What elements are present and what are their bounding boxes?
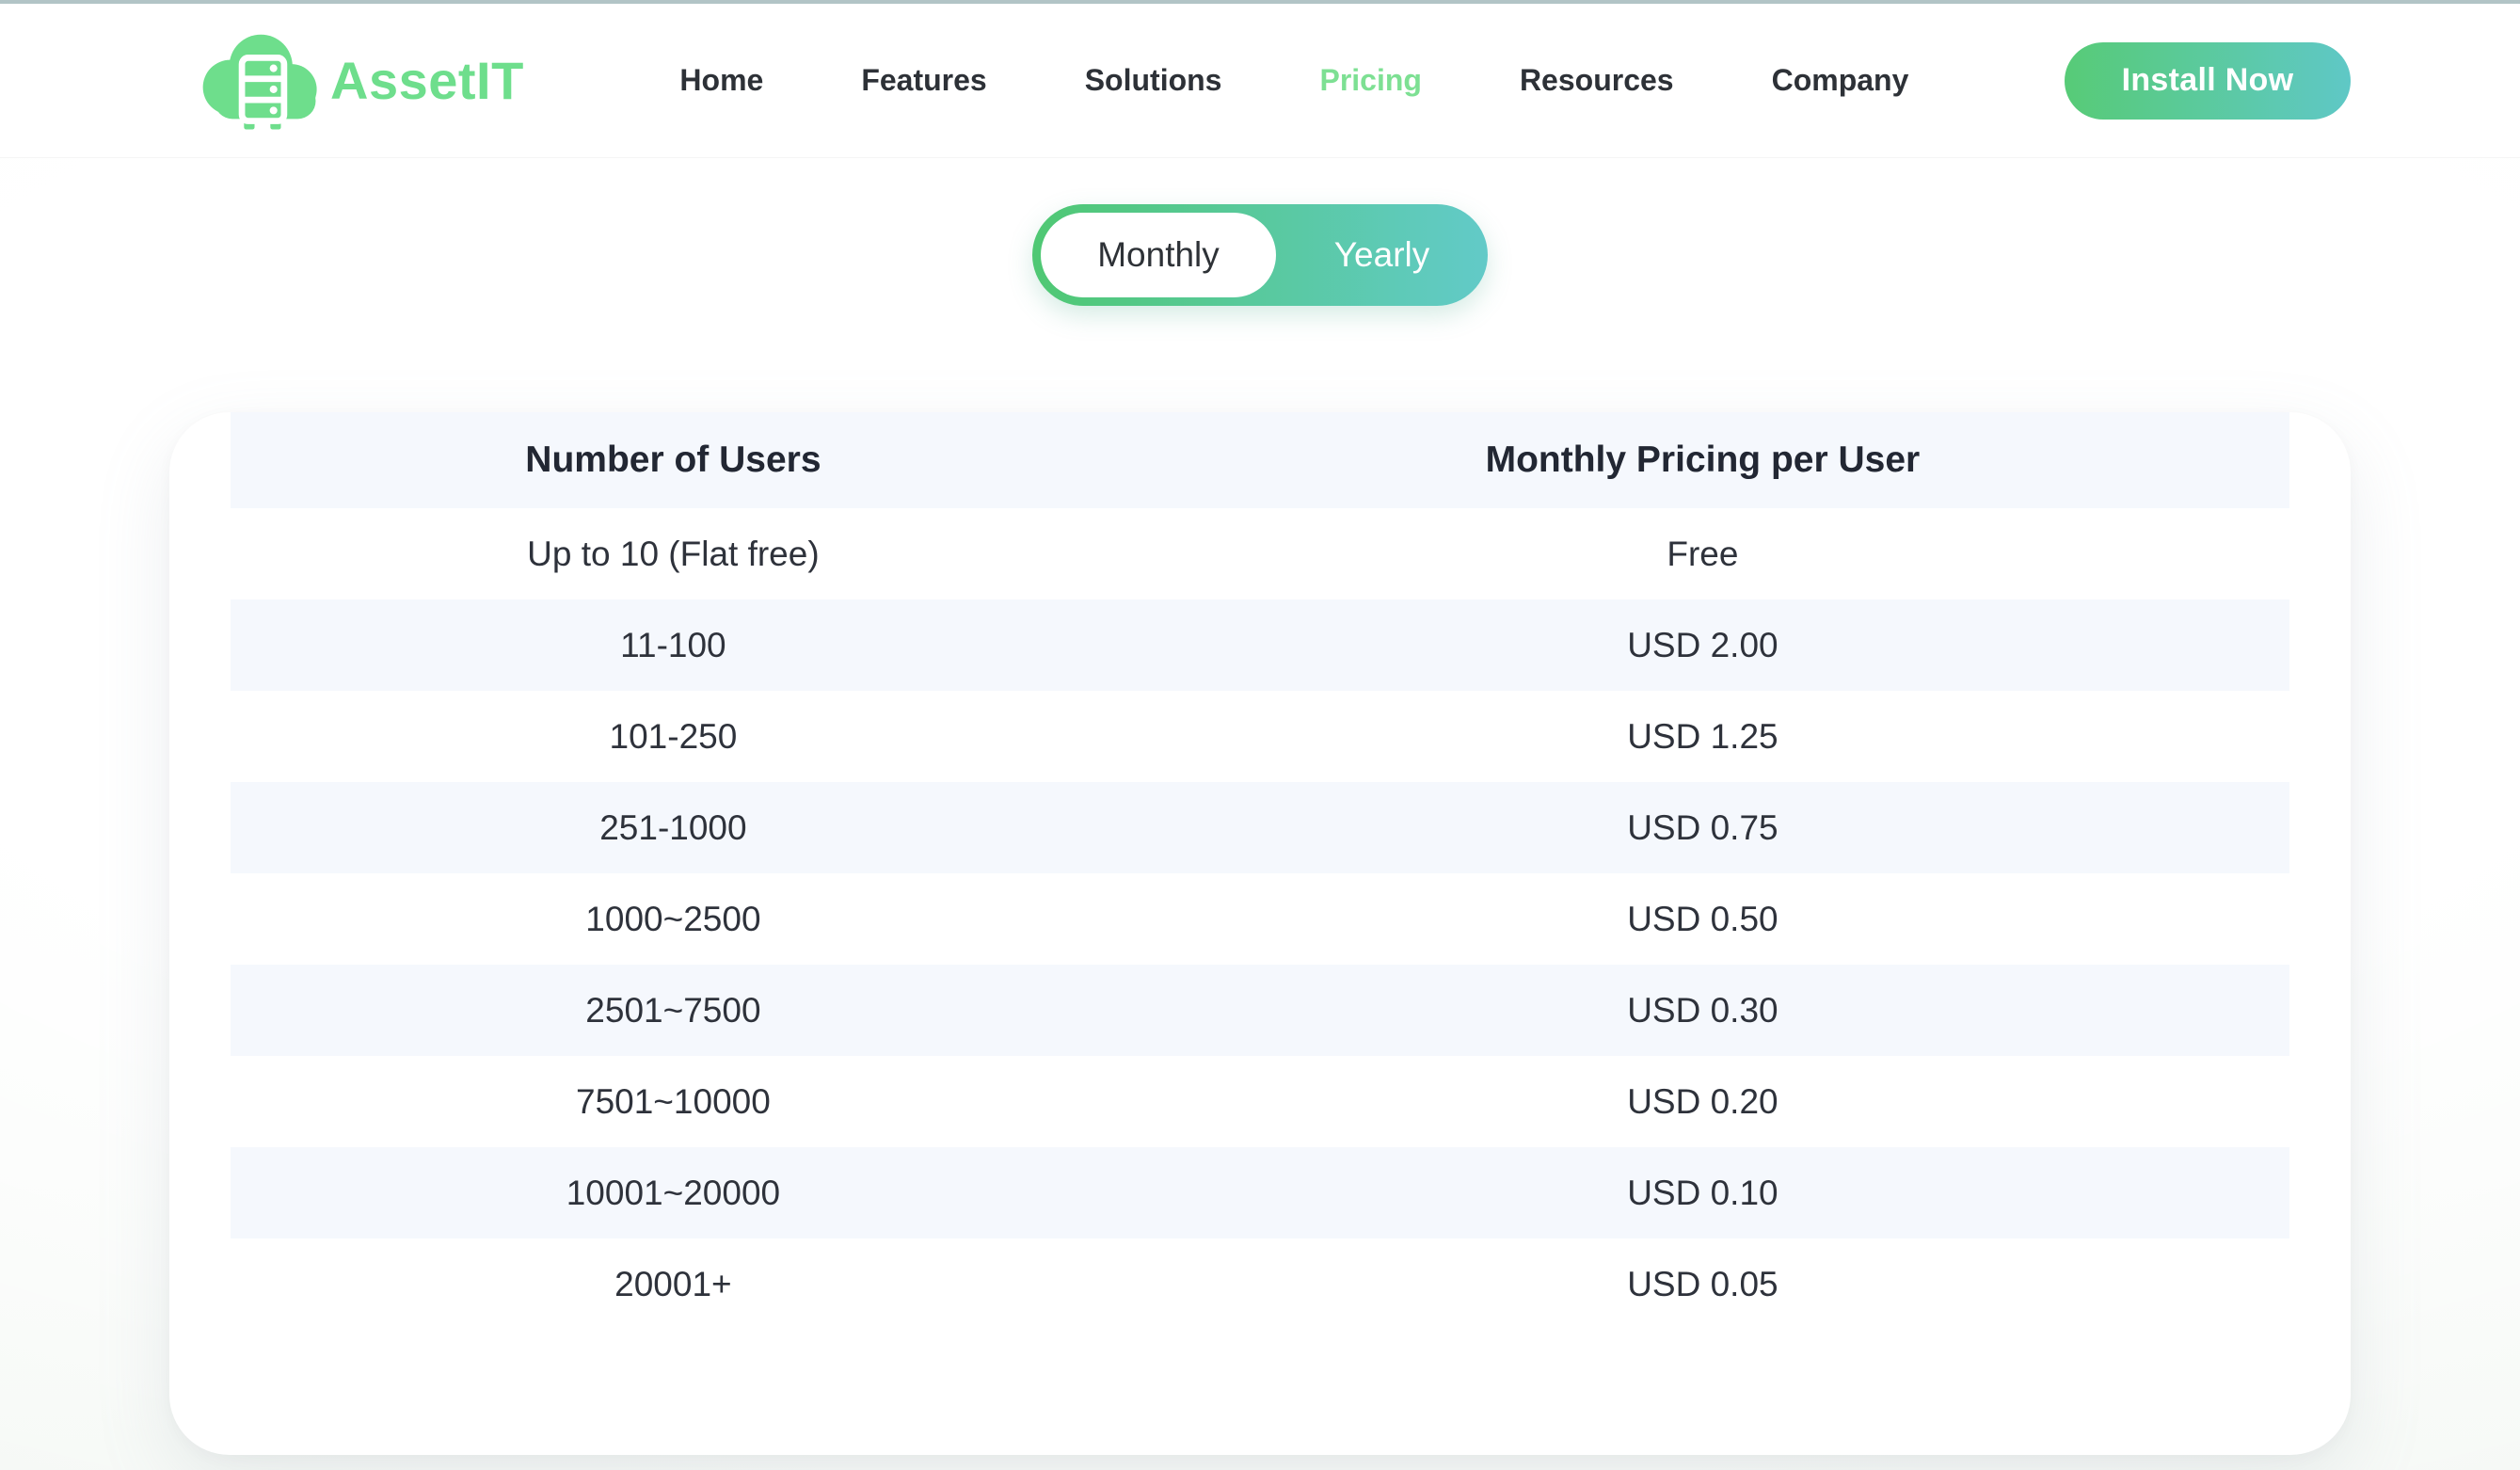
users-range-cell: 2501~7500 <box>231 965 1116 1056</box>
pricing-table-row: 101-250USD 1.25 <box>231 691 2289 782</box>
pricing-table-row: Up to 10 (Flat free)Free <box>231 508 2289 599</box>
price-cell: USD 0.50 <box>1116 873 2289 965</box>
users-range-cell: 20001+ <box>231 1238 1116 1330</box>
price-cell: USD 0.05 <box>1116 1238 2289 1330</box>
brand-logo[interactable]: AssetIT <box>193 28 524 134</box>
pricing-table-row: 251-1000USD 0.75 <box>231 782 2289 873</box>
pricing-table-header-row: Number of Users Monthly Pricing per User <box>231 412 2289 508</box>
main-nav: Home Features Solutions Pricing Resources Com… <box>679 63 1908 98</box>
nav-link-pricing[interactable]: Pricing <box>1319 63 1421 98</box>
price-cell: USD 0.30 <box>1116 965 2289 1056</box>
billing-toggle-monthly-option[interactable]: Monthly <box>1041 213 1276 297</box>
billing-period-toggle[interactable]: Monthly Yearly <box>1032 204 1488 306</box>
nav-link-home[interactable]: Home <box>679 63 763 98</box>
price-cell: Free <box>1116 508 2289 599</box>
nav-link-solutions[interactable]: Solutions <box>1085 63 1222 98</box>
nav-link-features[interactable]: Features <box>861 63 986 98</box>
price-cell: USD 1.25 <box>1116 691 2289 782</box>
nav-link-company[interactable]: Company <box>1772 63 1909 98</box>
users-range-cell: 11-100 <box>231 599 1116 691</box>
pricing-card: Number of Users Monthly Pricing per User… <box>169 412 2351 1455</box>
column-header-monthly-pricing-per-user: Monthly Pricing per User <box>1116 412 2289 508</box>
price-cell: USD 0.10 <box>1116 1147 2289 1238</box>
site-header: AssetIT Home Features Solutions Pricing Reso… <box>0 4 2520 158</box>
pricing-table-row: 1000~2500USD 0.50 <box>231 873 2289 965</box>
price-cell: USD 0.20 <box>1116 1056 2289 1147</box>
price-cell: USD 2.00 <box>1116 599 2289 691</box>
pricing-table: Number of Users Monthly Pricing per User… <box>231 412 2289 1330</box>
users-range-cell: 7501~10000 <box>231 1056 1116 1147</box>
users-range-cell: 251-1000 <box>231 782 1116 873</box>
price-cell: USD 0.75 <box>1116 782 2289 873</box>
pricing-table-row: 20001+USD 0.05 <box>231 1238 2289 1330</box>
billing-toggle-yearly-option[interactable]: Yearly <box>1276 204 1488 306</box>
pricing-table-row: 10001~20000USD 0.10 <box>231 1147 2289 1238</box>
users-range-cell: 101-250 <box>231 691 1116 782</box>
users-range-cell: Up to 10 (Flat free) <box>231 508 1116 599</box>
column-header-number-of-users: Number of Users <box>231 412 1116 508</box>
pricing-table-row: 2501~7500USD 0.30 <box>231 965 2289 1056</box>
nav-link-resources[interactable]: Resources <box>1520 63 1674 98</box>
users-range-cell: 10001~20000 <box>231 1147 1116 1238</box>
pricing-table-row: 7501~10000USD 0.20 <box>231 1056 2289 1147</box>
pricing-section: Monthly Yearly Number of Users Monthly P… <box>0 204 2520 1455</box>
install-now-button[interactable]: Install Now <box>2065 42 2351 120</box>
users-range-cell: 1000~2500 <box>231 873 1116 965</box>
pricing-table-row: 11-100USD 2.00 <box>231 599 2289 691</box>
assetit-cloud-server-logo-icon <box>193 28 325 134</box>
brand-name: AssetIT <box>330 50 524 111</box>
